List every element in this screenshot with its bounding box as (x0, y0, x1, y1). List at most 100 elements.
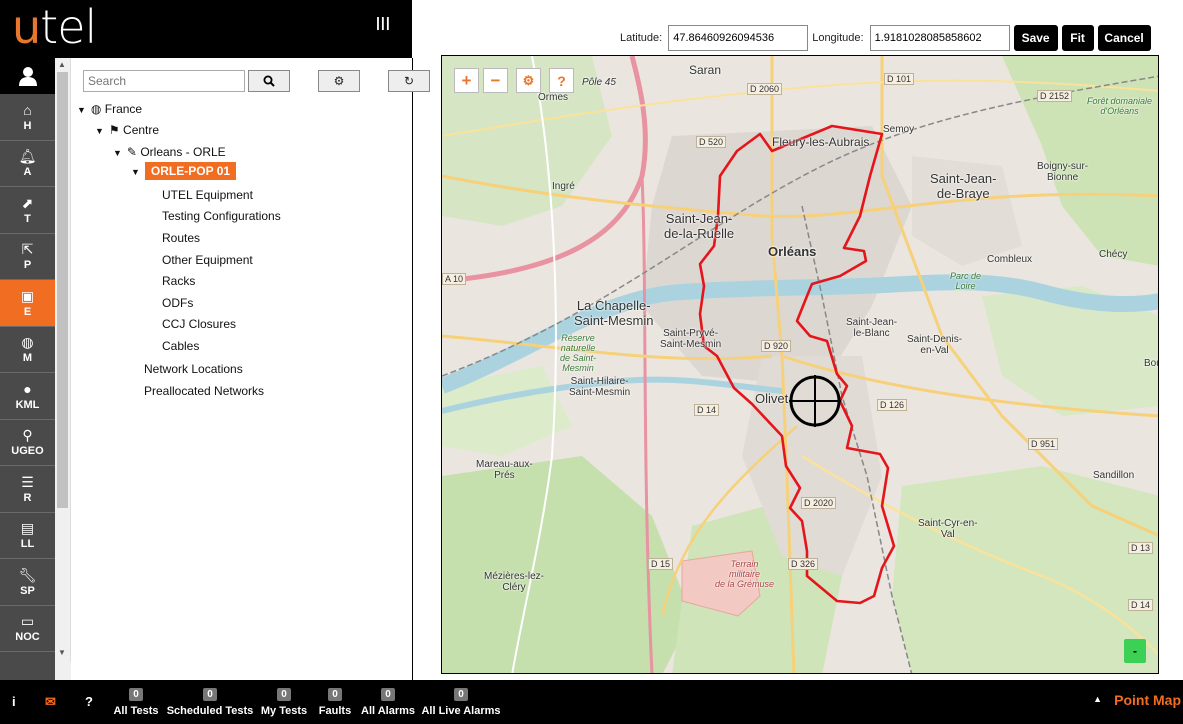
stat-label: All Tests (113, 705, 159, 717)
envelope-icon[interactable]: ✉ (45, 694, 56, 710)
nav-item-m[interactable]: ◍ M (0, 327, 55, 373)
tree-node-orleans[interactable]: ▼ ✎ Orleans - ORLE (113, 145, 226, 159)
refresh-button[interactable]: ↻ (388, 70, 430, 92)
nav-label: H (23, 119, 32, 132)
info-icon[interactable]: i (12, 694, 16, 709)
nav-item-kml[interactable]: ● KML (0, 373, 55, 420)
tree-node-france[interactable]: ▼ ◍ France (77, 102, 142, 116)
nav-label: SP (20, 584, 35, 597)
bars-icon[interactable]: ||| (376, 14, 391, 30)
map-label-mezieres: Mézières-lez- Cléry (484, 571, 545, 593)
horizontal-scrollbar[interactable] (55, 662, 71, 680)
tree-node-network-locations[interactable]: Network Locations (144, 362, 243, 376)
tree-node-utel-equipment[interactable]: UTEL Equipment (162, 188, 253, 202)
tree-node-preallocated-networks[interactable]: Preallocated Networks (144, 384, 264, 398)
search-input[interactable] (83, 70, 245, 92)
road-tag: D 14 (694, 404, 720, 416)
tree-node-other-equipment[interactable]: Other Equipment (162, 253, 253, 267)
nav-item-e[interactable]: ▣ E (0, 280, 55, 327)
question-icon[interactable]: ? (85, 694, 93, 709)
my-tests-stat[interactable]: 0 My Tests (261, 688, 307, 717)
longitude-field[interactable] (869, 25, 1010, 51)
count-badge: 0 (129, 688, 143, 701)
tree-node-pop[interactable]: ▼ ORLE-POP 01 (131, 162, 237, 180)
map-view[interactable]: Saran Ormes Pôle 45 Fleury-les-Aubrais S… (441, 55, 1159, 674)
brand-bar: utel ||| (0, 0, 412, 58)
all-alarms-stat[interactable]: 0 All Alarms (361, 688, 416, 717)
tree-settings-button[interactable]: ⚙ (318, 70, 360, 92)
caret-down-icon[interactable]: ▼ (95, 126, 104, 136)
map-label-saint-pryve: Saint-Pryvé- Saint-Mesmin (660, 328, 722, 350)
map-controls: + − ⚙ ? (454, 68, 574, 93)
map-label-terrain: Terrain militaire de la Grémuse (715, 559, 775, 589)
map-help-button[interactable]: ? (549, 68, 574, 93)
scroll-up-icon[interactable]: ▲ (58, 60, 66, 69)
map-pin-icon: ● (23, 380, 32, 397)
all-live-alarms-stat[interactable]: 0 All Live Alarms (421, 688, 501, 717)
nav-item-ugeo[interactable]: ⚲ UGEO (0, 420, 55, 466)
faults-stat[interactable]: 0 Faults (318, 688, 352, 717)
map-label-parc: Parc de Loire (950, 271, 982, 291)
vertical-scrollbar[interactable]: ▲ ▼ (55, 58, 71, 662)
tree-node-racks[interactable]: Racks (162, 274, 195, 288)
search-button[interactable] (248, 70, 290, 92)
caret-down-icon[interactable]: ▼ (113, 148, 122, 158)
home-icon: ⌂ (23, 101, 32, 118)
save-button[interactable]: Save (1013, 25, 1058, 51)
longitude-label: Longitude: (812, 32, 864, 44)
caret-up-icon[interactable]: ▲ (1093, 694, 1102, 704)
scheduled-tests-stat[interactable]: 0 Scheduled Tests (166, 688, 254, 717)
map-settings-button[interactable]: ⚙ (516, 68, 541, 93)
map-label-saint-jean-de-braye: Saint-Jean-de-Braye (930, 171, 997, 201)
user-button[interactable] (0, 58, 55, 94)
stat-label: All Alarms (361, 705, 416, 717)
tree-node-centre[interactable]: ▼ ⚑ Centre (95, 123, 159, 137)
tree-node-testing-configurations[interactable]: Testing Configurations (162, 209, 281, 223)
wrench-icon: 🔧︎ (18, 566, 37, 583)
nav-item-a[interactable]: 🔔︎ A (0, 141, 55, 187)
tree-label: Centre (123, 123, 160, 137)
flag-icon: ⚑ (108, 123, 120, 137)
bell-icon: 🔔︎ (18, 148, 37, 165)
nav-label: M (22, 352, 33, 365)
road-tag: D 101 (884, 73, 915, 85)
tree-node-cables[interactable]: Cables (162, 339, 199, 353)
nav-label: KML (15, 398, 40, 411)
nav-label: R (23, 491, 32, 504)
map-label-saint-cyr: Saint-Cyr-en- Val (918, 518, 978, 540)
map-label: Semoy (883, 124, 915, 135)
selected-node-label[interactable]: ORLE-POP 01 (144, 162, 237, 180)
scrollbar-thumb[interactable] (57, 72, 68, 508)
nav-item-r[interactable]: ☰ R (0, 466, 55, 513)
tree-node-odfs[interactable]: ODFs (162, 296, 193, 310)
nav-item-ll[interactable]: ▤ LL (0, 513, 55, 559)
point-map-mode[interactable]: Point Map (1114, 692, 1181, 708)
count-badge: 0 (454, 688, 468, 701)
cancel-button[interactable]: Cancel (1097, 25, 1151, 51)
zoom-out-button[interactable]: − (483, 68, 508, 93)
fit-button[interactable]: Fit (1061, 25, 1094, 51)
nav-label: T (24, 212, 31, 225)
caret-down-icon[interactable]: ▼ (77, 105, 86, 115)
nav-item-t[interactable]: ⬈ T (0, 187, 55, 234)
latitude-field[interactable] (668, 25, 809, 51)
scroll-down-icon[interactable]: ▼ (58, 648, 66, 657)
nav-label: P (23, 259, 32, 272)
count-badge: 0 (328, 688, 342, 701)
road-tag: D 920 (761, 340, 792, 352)
nav-item-h[interactable]: ⌂ H (0, 94, 55, 141)
stat-label: Scheduled Tests (166, 705, 254, 717)
nav-item-p[interactable]: ⇱ P (0, 234, 55, 280)
collapse-button[interactable]: - (1124, 639, 1146, 663)
zoom-in-button[interactable]: + (454, 68, 479, 93)
tree-node-ccj-closures[interactable]: CCJ Closures (162, 317, 236, 331)
tree-node-routes[interactable]: Routes (162, 231, 200, 245)
count-badge: 0 (203, 688, 217, 701)
utel-logo[interactable]: utel (12, 4, 97, 50)
nav-label: A (23, 166, 32, 179)
all-tests-stat[interactable]: 0 All Tests (113, 688, 159, 717)
caret-down-icon[interactable]: ▼ (131, 167, 140, 177)
map-label: Sandillon (1093, 470, 1135, 481)
nav-item-sp[interactable]: 🔧︎ SP (0, 559, 55, 606)
nav-item-noc[interactable]: ▭ NOC (0, 606, 55, 652)
